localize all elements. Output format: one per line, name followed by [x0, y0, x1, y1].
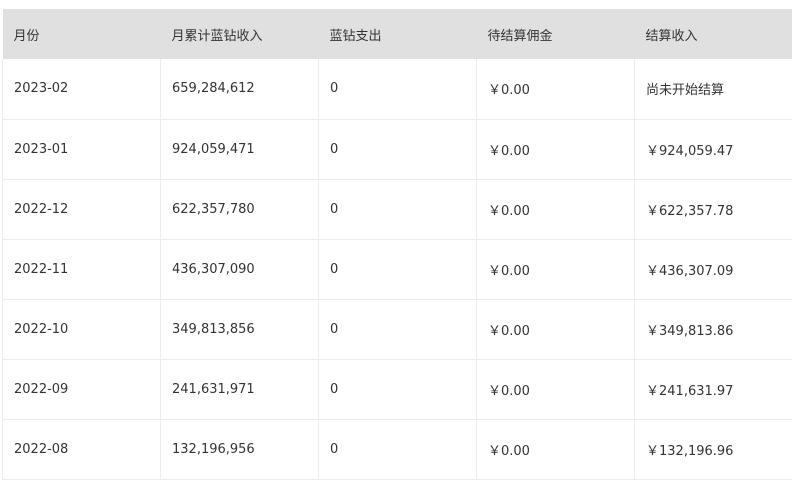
cell-monthly-income: 132,196,956	[161, 419, 319, 479]
header-blue-diamond-expense: 蓝钻支出	[319, 9, 477, 59]
cell-expense: 0	[319, 179, 477, 239]
cell-monthly-income: 241,631,971	[161, 359, 319, 419]
cell-settlement-income: ￥622,357.78	[635, 179, 792, 239]
cell-expense: 0	[319, 359, 477, 419]
table-row: 2022-12 622,357,780 0 ￥0.00 ￥622,357.78	[3, 179, 792, 239]
cell-expense: 0	[319, 299, 477, 359]
cell-pending-commission: ￥0.00	[477, 239, 635, 299]
cell-pending-commission: ￥0.00	[477, 119, 635, 179]
table-header-row: 月份 月累计蓝钻收入 蓝钻支出 待结算佣金 结算收入	[3, 9, 792, 59]
cell-monthly-income: 436,307,090	[161, 239, 319, 299]
cell-settlement-income: ￥132,196.96	[635, 419, 792, 479]
cell-settlement-income: ￥924,059.47	[635, 119, 792, 179]
cell-monthly-income: 659,284,612	[161, 59, 319, 119]
cell-monthly-income: 622,357,780	[161, 179, 319, 239]
table-row: 2023-01 924,059,471 0 ￥0.00 ￥924,059.47	[3, 119, 792, 179]
cell-month: 2023-01	[3, 119, 161, 179]
cell-month: 2022-12	[3, 179, 161, 239]
cell-pending-commission: ￥0.00	[477, 179, 635, 239]
table-row: 2022-11 436,307,090 0 ￥0.00 ￥436,307.09	[3, 239, 792, 299]
table-row: 2022-10 349,813,856 0 ￥0.00 ￥349,813.86	[3, 299, 792, 359]
cell-pending-commission: ￥0.00	[477, 59, 635, 119]
cell-monthly-income: 924,059,471	[161, 119, 319, 179]
cell-pending-commission: ￥0.00	[477, 359, 635, 419]
cell-month: 2022-09	[3, 359, 161, 419]
table-row: 2023-02 659,284,612 0 ￥0.00 尚未开始结算	[3, 59, 792, 119]
cell-expense: 0	[319, 59, 477, 119]
table-row: 2022-08 132,196,956 0 ￥0.00 ￥132,196.96	[3, 419, 792, 479]
cell-settlement-income: 尚未开始结算	[635, 59, 792, 119]
header-settlement-income: 结算收入	[635, 9, 792, 59]
cell-month: 2022-10	[3, 299, 161, 359]
cell-month: 2022-08	[3, 419, 161, 479]
header-monthly-blue-diamond-income: 月累计蓝钻收入	[161, 9, 319, 59]
table-row: 2022-09 241,631,971 0 ￥0.00 ￥241,631.97	[3, 359, 792, 419]
cell-pending-commission: ￥0.00	[477, 299, 635, 359]
cell-month: 2023-02	[3, 59, 161, 119]
cell-expense: 0	[319, 419, 477, 479]
cell-expense: 0	[319, 239, 477, 299]
table-body: 2023-02 659,284,612 0 ￥0.00 尚未开始结算 2023-…	[3, 59, 792, 479]
header-month: 月份	[3, 9, 161, 59]
cell-settlement-income: ￥349,813.86	[635, 299, 792, 359]
cell-month: 2022-11	[3, 239, 161, 299]
cell-settlement-income: ￥436,307.09	[635, 239, 792, 299]
cell-pending-commission: ￥0.00	[477, 419, 635, 479]
settlement-table: 月份 月累计蓝钻收入 蓝钻支出 待结算佣金 结算收入 2023-02 659,2…	[2, 9, 792, 480]
header-pending-commission: 待结算佣金	[477, 9, 635, 59]
table-header: 月份 月累计蓝钻收入 蓝钻支出 待结算佣金 结算收入	[3, 9, 792, 59]
cell-expense: 0	[319, 119, 477, 179]
cell-monthly-income: 349,813,856	[161, 299, 319, 359]
cell-settlement-income: ￥241,631.97	[635, 359, 792, 419]
settlement-table-container: 月份 月累计蓝钻收入 蓝钻支出 待结算佣金 结算收入 2023-02 659,2…	[0, 9, 792, 494]
